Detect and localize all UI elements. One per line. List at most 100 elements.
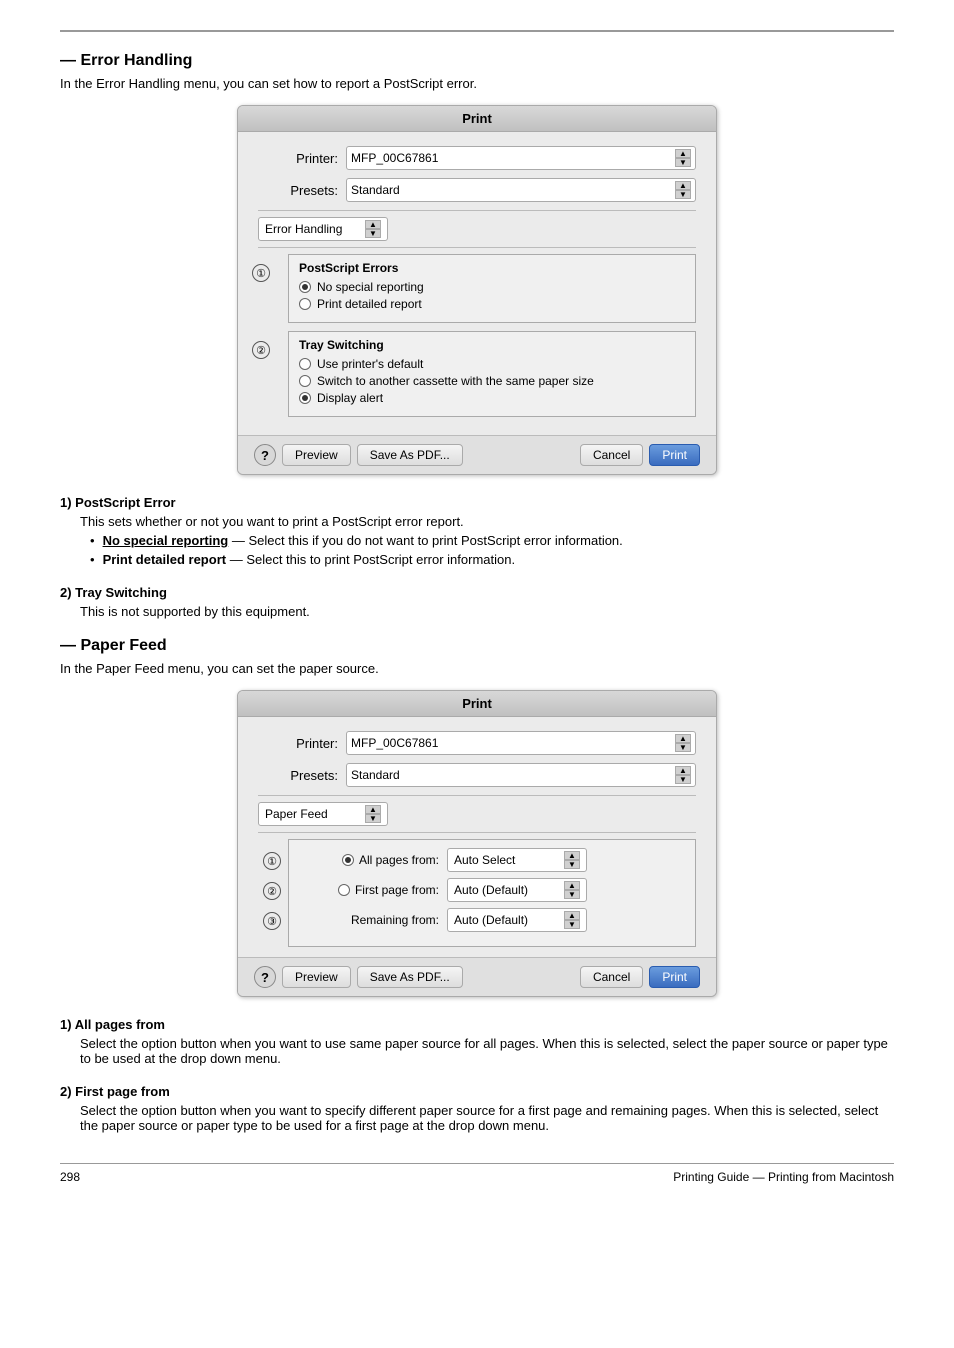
page-footer: 298 Printing Guide — Printing from Macin…: [60, 1163, 894, 1184]
tray-switching-container: ② Tray Switching Use printer's default S…: [288, 331, 696, 417]
eh-desc1-para: This sets whether or not you want to pri…: [80, 514, 894, 529]
stepper-down[interactable]: ▼: [365, 814, 381, 823]
pf-printer-stepper[interactable]: ▲ ▼: [675, 734, 691, 752]
pf-row1-stepper[interactable]: ▲ ▼: [564, 851, 580, 869]
tray-radio3[interactable]: [299, 392, 311, 404]
error-handling-print-dialog: Print Printer: MFP_00C67861 ▲ ▼: [237, 105, 717, 475]
print-button[interactable]: Print: [649, 444, 700, 466]
pf-panel-value: Paper Feed: [265, 807, 328, 821]
tray-radio3-row: Display alert: [299, 391, 685, 405]
printer-select[interactable]: MFP_00C67861 ▲ ▼: [346, 146, 696, 170]
paper-feed-section: — Paper Feed In the Paper Feed menu, you…: [60, 637, 894, 1133]
pf-print-button[interactable]: Print: [649, 966, 700, 988]
stepper-down[interactable]: ▼: [675, 190, 691, 199]
stepper-down[interactable]: ▼: [564, 890, 580, 899]
pf-presets-select[interactable]: Standard ▲ ▼: [346, 763, 696, 787]
ps-radio1[interactable]: [299, 281, 311, 293]
pf-desc1-para: Select the option button when you want t…: [80, 1036, 894, 1066]
presets-label: Presets:: [258, 183, 338, 198]
ps-group-label: PostScript Errors: [299, 261, 685, 275]
eh-desc1-heading: 1) PostScript Error: [60, 495, 894, 510]
paper-feed-print-dialog: Print Printer: MFP_00C67861 ▲ ▼: [237, 690, 717, 997]
pf-row3-stepper[interactable]: ▲ ▼: [564, 911, 580, 929]
pf-radio2[interactable]: [338, 884, 350, 896]
eh-desc2: 2) Tray Switching This is not supported …: [60, 585, 894, 619]
stepper-down[interactable]: ▼: [564, 860, 580, 869]
stepper-up[interactable]: ▲: [365, 805, 381, 814]
pf-radio1[interactable]: [342, 854, 354, 866]
divider: [258, 210, 696, 211]
printer-stepper[interactable]: ▲ ▼: [675, 149, 691, 167]
cancel-button[interactable]: Cancel: [580, 444, 643, 466]
pf-panel-select[interactable]: Paper Feed ▲ ▼: [258, 802, 388, 826]
postscript-errors-group: PostScript Errors No special reporting P…: [288, 254, 696, 323]
save-pdf-button[interactable]: Save As PDF...: [357, 444, 463, 466]
stepper-up[interactable]: ▲: [675, 181, 691, 190]
paper-feed-dialog-wrapper: Print Printer: MFP_00C67861 ▲ ▼: [237, 690, 717, 997]
annotation-1: ①: [252, 264, 270, 282]
tray-radio1[interactable]: [299, 358, 311, 370]
stepper-down[interactable]: ▼: [675, 158, 691, 167]
footer-page-number: 298: [60, 1170, 80, 1184]
stepper-up[interactable]: ▲: [365, 220, 381, 229]
pf-row3-value: Auto (Default): [454, 913, 528, 927]
pf-row3-select[interactable]: Auto (Default) ▲ ▼: [447, 908, 587, 932]
stepper-up[interactable]: ▲: [564, 881, 580, 890]
tray-radio3-label: Display alert: [317, 391, 383, 405]
stepper-up[interactable]: ▲: [675, 149, 691, 158]
pf-divider: [258, 795, 696, 796]
stepper-up[interactable]: ▲: [564, 851, 580, 860]
presets-stepper[interactable]: ▲ ▼: [675, 181, 691, 199]
pf-printer-value: MFP_00C67861: [351, 736, 671, 750]
ps-radio2[interactable]: [299, 298, 311, 310]
stepper-up[interactable]: ▲: [675, 766, 691, 775]
pf-save-pdf-button[interactable]: Save As PDF...: [357, 966, 463, 988]
pf-row1-value: Auto Select: [454, 853, 515, 867]
panel-row: Error Handling ▲ ▼: [258, 217, 696, 241]
stepper-down[interactable]: ▼: [365, 229, 381, 238]
pf-dialog-body: Printer: MFP_00C67861 ▲ ▼ Presets:: [238, 717, 716, 957]
footer-title: Printing Guide — Printing from Macintosh: [673, 1170, 894, 1184]
pf-row2-label: First page from:: [355, 883, 439, 897]
preview-button[interactable]: Preview: [282, 444, 351, 466]
error-handling-title: — Error Handling: [60, 52, 894, 70]
tray-radio2[interactable]: [299, 375, 311, 387]
pf-annotation-2: ②: [263, 882, 281, 900]
pf-row2-stepper[interactable]: ▲ ▼: [564, 881, 580, 899]
tray-switching-group: Tray Switching Use printer's default Swi…: [288, 331, 696, 417]
presets-row: Presets: Standard ▲ ▼: [258, 178, 696, 202]
annotation-2: ②: [252, 341, 270, 359]
ps-errors-container: ① PostScript Errors No special reporting…: [288, 254, 696, 323]
pf-row3: Remaining from: Auto (Default) ▲ ▼: [299, 908, 685, 932]
pf-help-button[interactable]: ?: [254, 966, 276, 988]
stepper-up[interactable]: ▲: [564, 911, 580, 920]
eh-bullet2: Print detailed report — Select this to p…: [90, 552, 894, 567]
pf-printer-select[interactable]: MFP_00C67861 ▲ ▼: [346, 731, 696, 755]
pf-desc2-para: Select the option button when you want t…: [80, 1103, 894, 1133]
stepper-down[interactable]: ▼: [675, 743, 691, 752]
pf-preview-button[interactable]: Preview: [282, 966, 351, 988]
pf-cancel-button[interactable]: Cancel: [580, 966, 643, 988]
pf-row2: First page from: Auto (Default) ▲ ▼: [299, 878, 685, 902]
panel-stepper[interactable]: ▲ ▼: [365, 220, 381, 238]
stepper-up[interactable]: ▲: [675, 734, 691, 743]
pf-annotation-1: ①: [263, 852, 281, 870]
help-button[interactable]: ?: [254, 444, 276, 466]
stepper-down[interactable]: ▼: [564, 920, 580, 929]
pf-presets-value: Standard: [351, 768, 671, 782]
pf-row2-select[interactable]: Auto (Default) ▲ ▼: [447, 878, 587, 902]
pf-dialog-footer: ? Preview Save As PDF... Cancel Print: [238, 957, 716, 996]
pf-presets-stepper[interactable]: ▲ ▼: [675, 766, 691, 784]
stepper-down[interactable]: ▼: [675, 775, 691, 784]
page: — Error Handling In the Error Handling m…: [0, 0, 954, 1348]
pf-row3-wrapper: ③ Remaining from: Auto (Default) ▲: [299, 908, 685, 932]
pf-annotation-3: ③: [263, 912, 281, 930]
pf-panel-stepper[interactable]: ▲ ▼: [365, 805, 381, 823]
pf-row1-select[interactable]: Auto Select ▲ ▼: [447, 848, 587, 872]
dialog-title: Print: [238, 106, 716, 132]
eh-desc1: 1) PostScript Error This sets whether or…: [60, 495, 894, 567]
pf-desc1-heading: 1) All pages from: [60, 1017, 894, 1032]
presets-select[interactable]: Standard ▲ ▼: [346, 178, 696, 202]
pf-printer-label: Printer:: [258, 736, 338, 751]
panel-select[interactable]: Error Handling ▲ ▼: [258, 217, 388, 241]
